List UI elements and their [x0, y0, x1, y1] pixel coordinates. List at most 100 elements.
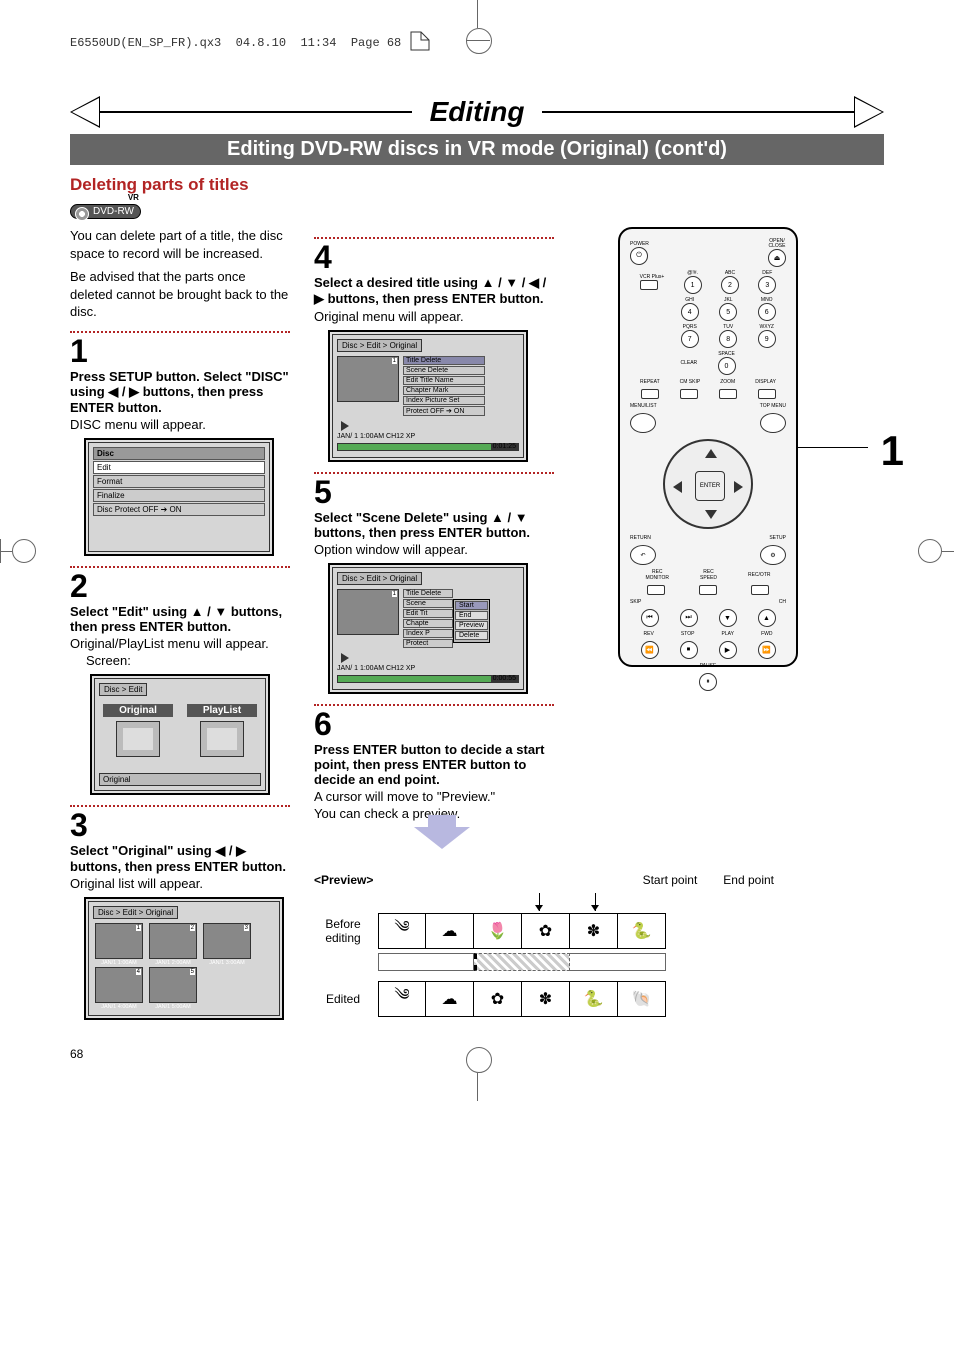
menu-item: Protect — [403, 639, 453, 648]
title-thumb: 1 — [337, 356, 399, 402]
osd2-breadcrumb: Disc > Edit — [99, 683, 147, 696]
dotted-rule — [70, 331, 290, 333]
open-close-button[interactable]: ⏏ — [768, 249, 786, 267]
enter-button[interactable]: ENTER — [695, 471, 725, 501]
num-7-button[interactable]: 7 — [681, 330, 699, 348]
step-1-head: Press SETUP button. Select "DISC" using … — [70, 369, 290, 415]
repeat-button[interactable] — [641, 389, 659, 399]
num-1-button[interactable]: 1 — [684, 276, 702, 294]
chapter-banner: Editing — [70, 96, 884, 128]
osd4-breadcrumb: Disc > Edit > Original — [337, 339, 422, 352]
num-8-button[interactable]: 8 — [719, 330, 737, 348]
num-6-button[interactable]: 6 — [758, 303, 776, 321]
return-button[interactable]: ↶ — [630, 545, 656, 565]
num-4-button[interactable]: 4 — [681, 303, 699, 321]
fwd-button[interactable]: ⏩ — [758, 641, 776, 659]
down-arrow-icon[interactable] — [705, 510, 717, 519]
step-4-head: Select a desired title using ▲ / ▼ / ◀ /… — [314, 275, 554, 307]
dotted-rule — [314, 237, 554, 239]
step-number-2: 2 — [70, 570, 290, 602]
ch-down-button[interactable]: ▼ — [719, 609, 737, 627]
up-arrow-icon[interactable] — [705, 449, 717, 458]
step-number-5: 5 — [314, 476, 554, 508]
popup-item: Start — [455, 601, 488, 610]
num-0-button[interactable]: 0 — [718, 357, 736, 375]
chevron-right-icon — [854, 96, 884, 128]
skip-prev-button[interactable]: ⏮ — [641, 609, 659, 627]
step-4-follow: Original menu will appear. — [314, 309, 554, 324]
right-arrow-icon[interactable] — [734, 481, 743, 493]
step-6-head: Press ENTER button to decide a start poi… — [314, 742, 554, 787]
cut-strip — [378, 953, 774, 971]
step-3-head: Select "Original" using ◀ / ▶ buttons, t… — [70, 843, 290, 874]
before-label: Before editing — [314, 917, 372, 945]
tab-original: Original — [103, 704, 173, 757]
num-9-button[interactable]: 9 — [758, 330, 776, 348]
step-number-1: 1 — [70, 335, 290, 367]
end-pointer-icon — [595, 893, 596, 911]
subsection-title: Deleting parts of titles — [70, 175, 884, 195]
vcr-plus-button[interactable] — [640, 280, 658, 290]
power-button[interactable]: ⏻ — [630, 247, 648, 265]
pause-button[interactable]: ⏸ — [699, 673, 717, 691]
rev-button[interactable]: ⏪ — [641, 641, 659, 659]
progress-bar: 0:00:55 — [337, 675, 519, 683]
dvd-rw-vr-badge: DVD-RW — [70, 204, 141, 219]
setup-button[interactable]: ⚙ — [760, 545, 786, 565]
rec-monitor-button[interactable] — [647, 585, 665, 595]
rec-speed-button[interactable] — [699, 585, 717, 595]
osd1-row: Finalize — [93, 489, 265, 502]
stop-button[interactable]: ⏹ — [680, 641, 698, 659]
intro-text-1: You can delete part of a title, the disc… — [70, 227, 290, 262]
dotted-rule — [314, 472, 554, 474]
before-frames: ༄ ☁ 🌷 ✿ ✽ 🐍 — [378, 913, 666, 949]
skip-next-button[interactable]: ⏭ — [680, 609, 698, 627]
step-2-head: Select "Edit" using ▲ / ▼ buttons, then … — [70, 604, 290, 634]
zoom-button[interactable] — [719, 389, 737, 399]
osd-scene-delete: Disc > Edit > Original 1 Title Delete Sc… — [328, 563, 528, 694]
num-2-button[interactable]: 2 — [721, 276, 739, 294]
preview-title: <Preview> — [314, 873, 373, 887]
step-2-follow: Original/PlayList menu will appear. — [70, 636, 290, 651]
menu-item: Edit Tit — [403, 609, 453, 618]
popup-item: Preview — [455, 621, 488, 630]
menu-item: Scene Delete — [403, 366, 485, 375]
step-5-head: Select "Scene Delete" using ▲ / ▼ button… — [314, 510, 554, 540]
edited-label: Edited — [314, 992, 372, 1006]
page-flip-icon — [409, 30, 431, 56]
title-thumb: 4JAN/1 4:00AM — [95, 967, 143, 1003]
cm-skip-button[interactable] — [680, 389, 698, 399]
display-button[interactable] — [758, 389, 776, 399]
step-1-follow: DISC menu will appear. — [70, 417, 290, 432]
step-number-6: 6 — [314, 708, 554, 740]
menu-item: Index Picture Set — [403, 396, 485, 405]
osd5-breadcrumb: Disc > Edit > Original — [337, 572, 422, 585]
popup-item: End — [455, 611, 488, 620]
d-pad[interactable]: ENTER — [663, 439, 753, 529]
top-menu-button[interactable] — [760, 413, 786, 433]
preview-start-label: Start point — [643, 873, 698, 887]
dotted-rule — [70, 805, 290, 807]
osd2-bottom: Original — [99, 773, 261, 786]
osd1-row: Disc Protect OFF ➔ ON — [93, 503, 265, 516]
play-button[interactable]: ▶ — [719, 641, 737, 659]
title-thumb: 1JAN/1 1:00AM — [95, 923, 143, 959]
menu-item: Chapter Mark — [403, 386, 485, 395]
title-thumb: 5JAN/1 5:00AM — [149, 967, 197, 1003]
badge-vr-tag: VR — [128, 193, 139, 202]
num-3-button[interactable]: 3 — [758, 276, 776, 294]
menu-item: Protect OFF ➔ ON — [403, 406, 485, 416]
menu-item: Scene — [403, 599, 453, 608]
rec-otr-button[interactable] — [751, 585, 769, 595]
num-5-button[interactable]: 5 — [719, 303, 737, 321]
left-arrow-icon[interactable] — [673, 481, 682, 493]
osd1-row: Format — [93, 475, 265, 488]
step-number-3: 3 — [70, 809, 290, 841]
menu-list-button[interactable] — [630, 413, 656, 433]
osd1-title: Disc — [93, 447, 265, 460]
dotted-rule — [70, 566, 290, 568]
big-callout-1: 1 — [881, 427, 904, 475]
folder-icon — [200, 721, 244, 757]
ch-up-button[interactable]: ▲ — [758, 609, 776, 627]
osd-original-list: Disc > Edit > Original 1JAN/1 1:00AM 2JA… — [84, 897, 284, 1020]
